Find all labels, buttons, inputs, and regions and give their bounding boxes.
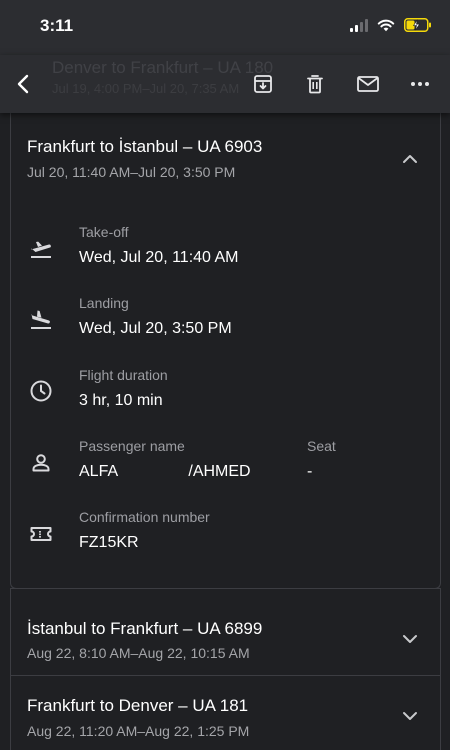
status-icons: [350, 18, 432, 32]
landing-value: Wed, Jul 20, 3:50 PM: [79, 320, 232, 337]
takeoff-label: Take-off: [79, 224, 129, 240]
seat-label: Seat: [307, 438, 336, 454]
landing-label: Landing: [79, 295, 129, 311]
more-icon: [411, 82, 429, 86]
delete-button[interactable]: [295, 64, 335, 104]
back-arrow-icon: [17, 74, 29, 94]
takeoff-value: Wed, Jul 20, 11:40 AM: [79, 249, 239, 266]
chevron-down-icon: [403, 712, 417, 720]
flight-title: Frankfurt to İstanbul – UA 6903: [27, 137, 263, 156]
duration-value: 3 hr, 10 min: [79, 392, 163, 409]
mail-icon: [357, 76, 379, 92]
expand-button[interactable]: [398, 704, 422, 728]
flight-times: Aug 22, 8:10 AM–Aug 22, 10:15 AM: [27, 645, 250, 661]
mark-unread-button[interactable]: [348, 64, 388, 104]
flight-title: İstanbul to Frankfurt – UA 6899: [27, 619, 263, 638]
trash-icon: [307, 75, 323, 94]
cellular-signal-icon: [350, 18, 368, 32]
flight-card-collapsed[interactable]: İstanbul to Frankfurt – UA 6899 Aug 22, …: [10, 588, 441, 676]
collapse-button[interactable]: [398, 147, 422, 171]
expand-button[interactable]: [398, 627, 422, 651]
flight-details-content: Frankfurt to İstanbul – UA 6903 Jul 20, …: [0, 113, 450, 750]
ticket-icon: [27, 520, 55, 548]
header-ghost-title: Denver to Frankfurt – UA 180: [52, 58, 274, 77]
flight-card-collapsed[interactable]: Frankfurt to Denver – UA 181 Aug 22, 11:…: [10, 675, 441, 750]
archive-icon: [254, 75, 272, 93]
flight-times: Jul 20, 11:40 AM–Jul 20, 3:50 PM: [27, 164, 236, 180]
chevron-down-icon: [403, 635, 417, 643]
seat-value: -: [307, 463, 313, 480]
flight-card-expanded: Frankfurt to İstanbul – UA 6903 Jul 20, …: [10, 113, 441, 589]
status-time: 3:11: [40, 16, 74, 35]
person-icon: [27, 449, 55, 477]
app-bar: Denver to Frankfurt – UA 180 Jul 19, 4:0…: [0, 55, 450, 113]
confirmation-label: Confirmation number: [79, 509, 210, 525]
back-button[interactable]: [4, 64, 44, 104]
header-ghost-subtitle: Jul 19, 4:00 PM–Jul 20, 7:35 AM: [52, 81, 240, 96]
confirmation-value: FZ15KR: [79, 534, 139, 551]
wifi-icon: [377, 19, 395, 32]
flight-title: Frankfurt to Denver – UA 181: [27, 696, 249, 715]
battery-charging-icon: [404, 18, 431, 32]
takeoff-icon: [27, 235, 55, 263]
landing-icon: [27, 306, 55, 334]
clock-icon: [27, 377, 55, 405]
more-options-button[interactable]: [400, 64, 440, 104]
flight-times: Aug 22, 11:20 AM–Aug 22, 1:25 PM: [27, 723, 250, 739]
duration-label: Flight duration: [79, 367, 168, 383]
passenger-label: Passenger name: [79, 438, 185, 454]
passenger-value: ALFA /AHMED: [79, 463, 251, 480]
chevron-up-icon: [403, 155, 417, 163]
archive-button[interactable]: [243, 64, 283, 104]
status-bar: 3:11: [0, 0, 450, 55]
